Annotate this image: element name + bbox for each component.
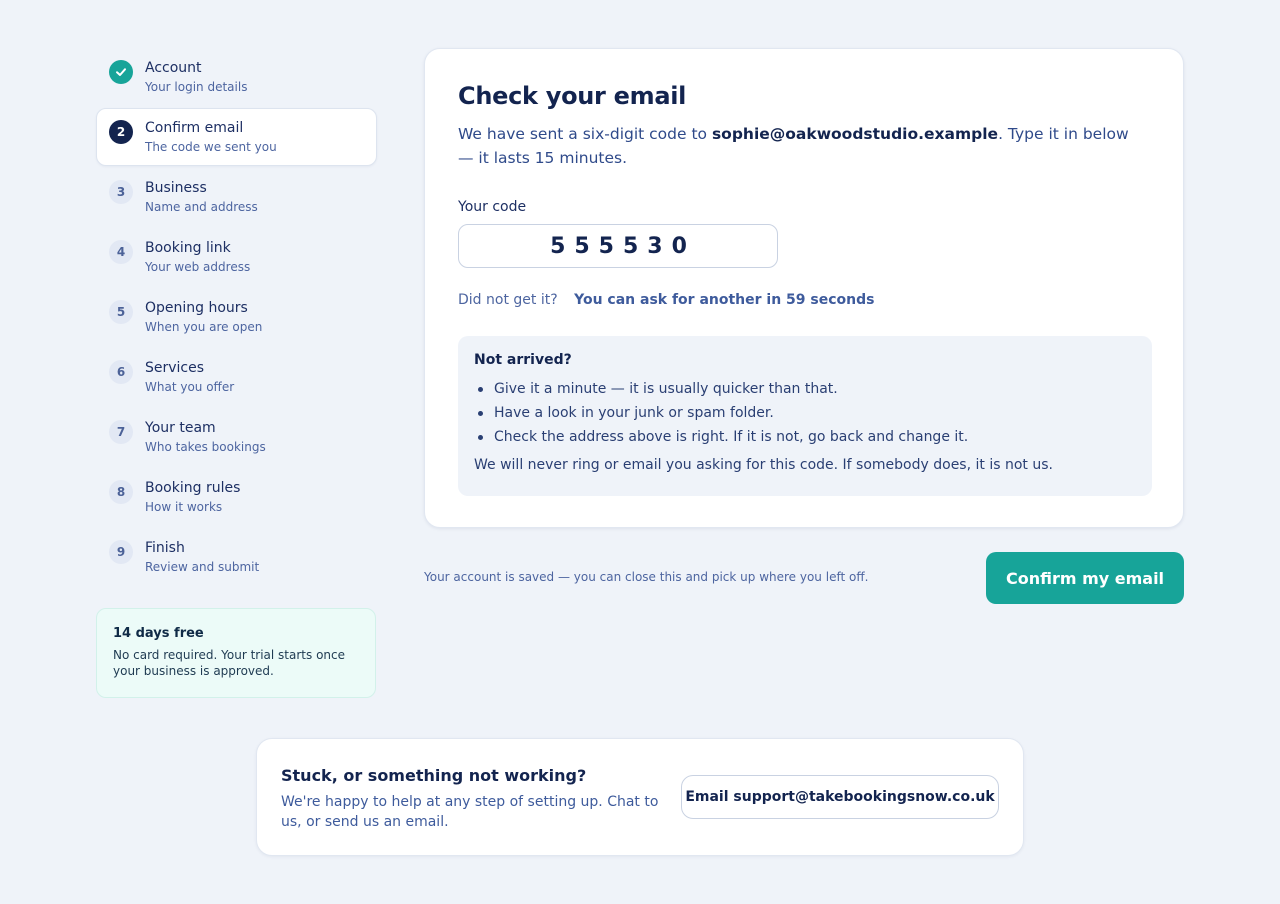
step-number: 7 (109, 420, 133, 444)
verification-code-input[interactable] (458, 224, 778, 268)
email-support-button[interactable]: Email support@takebookingsnow.co.uk (681, 775, 999, 819)
setup-steps-sidebar: Account Your login details 2 Confirm ema… (96, 48, 377, 698)
step-title: Opening hours (145, 300, 248, 316)
step-subtitle: How it works (145, 500, 223, 514)
step-subtitle: The code we sent you (145, 140, 277, 154)
step-subtitle: Your web address (145, 260, 251, 274)
code-label: Your code (458, 199, 527, 215)
step-subtitle: Who takes bookings (145, 440, 266, 454)
step-services: 6 Services What you offer (96, 348, 377, 406)
step-subtitle: When you are open (145, 320, 263, 334)
step-subtitle: What you offer (145, 380, 235, 394)
step-title: Your team (145, 420, 216, 436)
step-number: 8 (109, 480, 133, 504)
help-title: Not arrived? (474, 352, 572, 368)
step-number: 2 (109, 120, 133, 144)
help-list: Give it a minute — it is usually quicker… (474, 377, 1136, 449)
step-title: Booking rules (145, 480, 241, 496)
step-title: Account (145, 60, 202, 76)
step-title: Services (145, 360, 205, 376)
intro-before: We have sent a six-digit code to (458, 125, 712, 143)
step-subtitle: Review and submit (145, 560, 260, 574)
check-icon (109, 60, 133, 84)
saved-progress-note: Your account is saved — you can close th… (424, 570, 869, 584)
confirm-email-button[interactable]: Confirm my email (986, 552, 1184, 604)
step-account[interactable]: Account Your login details (96, 48, 377, 106)
resend-row: Did not get it? You can ask for another … (458, 292, 874, 308)
step-finish: 9 Finish Review and submit (96, 528, 377, 586)
list-item: Give it a minute — it is usually quicker… (474, 377, 1136, 401)
free-trial-panel: 14 days free No card required. Your tria… (96, 608, 376, 698)
step-number: 5 (109, 300, 133, 324)
step-title: Confirm email (145, 120, 244, 136)
step-number: 3 (109, 180, 133, 204)
trial-title: 14 days free (113, 626, 204, 641)
step-booking-rules: 8 Booking rules How it works (96, 468, 377, 526)
step-confirm-email[interactable]: 2 Confirm email The code we sent you (96, 108, 377, 166)
recipient-email: sophie@oakwoodstudio.example (711, 125, 999, 143)
step-opening-hours: 5 Opening hours When you are open (96, 288, 377, 346)
step-your-team: 7 Your team Who takes bookings (96, 408, 377, 466)
support-title: Stuck, or something not working? (281, 766, 587, 785)
page-title: Check your email (458, 82, 687, 110)
step-title: Finish (145, 540, 185, 556)
not-arrived-help: Not arrived? Give it a minute — it is us… (458, 336, 1152, 496)
step-title: Business (145, 180, 207, 196)
step-number: 9 (109, 540, 133, 564)
security-note: We will never ring or email you asking f… (474, 457, 1053, 473)
support-card: Stuck, or something not working? We're h… (256, 738, 1024, 856)
list-item: Check the address above is right. If it … (474, 425, 1136, 449)
step-subtitle: Your login details (145, 80, 248, 94)
intro-text: We have sent a six-digit code to sophie@… (458, 122, 1148, 170)
confirm-email-card: Check your email We have sent a six-digi… (424, 48, 1184, 528)
support-text: We're happy to help at any step of setti… (281, 794, 659, 830)
step-number: 4 (109, 240, 133, 264)
resend-code-link[interactable]: You can ask for another in 59 seconds (574, 292, 874, 308)
step-business: 3 Business Name and address (96, 168, 377, 226)
step-title: Booking link (145, 240, 231, 256)
step-number: 6 (109, 360, 133, 384)
resend-question: Did not get it? (458, 292, 558, 308)
trial-text: No card required. Your trial starts once… (113, 648, 345, 678)
list-item: Have a look in your junk or spam folder. (474, 401, 1136, 425)
step-subtitle: Name and address (145, 200, 258, 214)
step-booking-link: 4 Booking link Your web address (96, 228, 377, 286)
